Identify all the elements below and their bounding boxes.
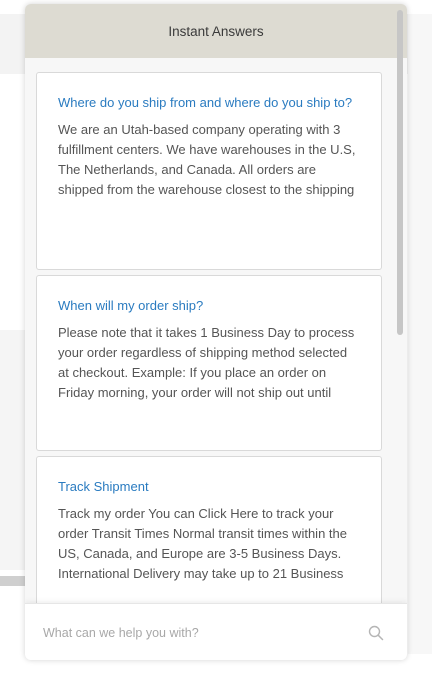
answer-title[interactable]: When will my order ship?: [58, 296, 361, 316]
search-input[interactable]: [25, 617, 367, 648]
widget-title: Instant Answers: [168, 23, 264, 39]
answer-title[interactable]: Track Shipment: [58, 477, 361, 497]
help-widget: Instant Answers Where do you ship from a…: [25, 4, 407, 660]
background-page-strip: [0, 576, 26, 586]
answer-card[interactable]: Where do you ship from and where do you …: [36, 72, 382, 270]
scrollbar-thumb[interactable]: [397, 10, 403, 335]
answer-card[interactable]: Track Shipment Track my order You can Cl…: [36, 456, 382, 603]
background-page-strip: [0, 330, 26, 570]
answer-snippet: Track my order You can Click Here to tra…: [58, 506, 347, 581]
answer-card[interactable]: When will my order ship? Please note tha…: [36, 275, 382, 451]
search-icon[interactable]: [367, 624, 385, 642]
scrollbar[interactable]: [397, 10, 403, 658]
background-page-edge: [408, 14, 432, 654]
search-bar: [25, 603, 407, 660]
answer-title[interactable]: Where do you ship from and where do you …: [58, 93, 361, 113]
answers-list[interactable]: Where do you ship from and where do you …: [25, 58, 407, 603]
answer-snippet: Please note that it takes 1 Business Day…: [58, 325, 355, 400]
widget-header: Instant Answers: [25, 4, 407, 58]
answer-snippet: We are an Utah-based company operating w…: [58, 122, 356, 197]
